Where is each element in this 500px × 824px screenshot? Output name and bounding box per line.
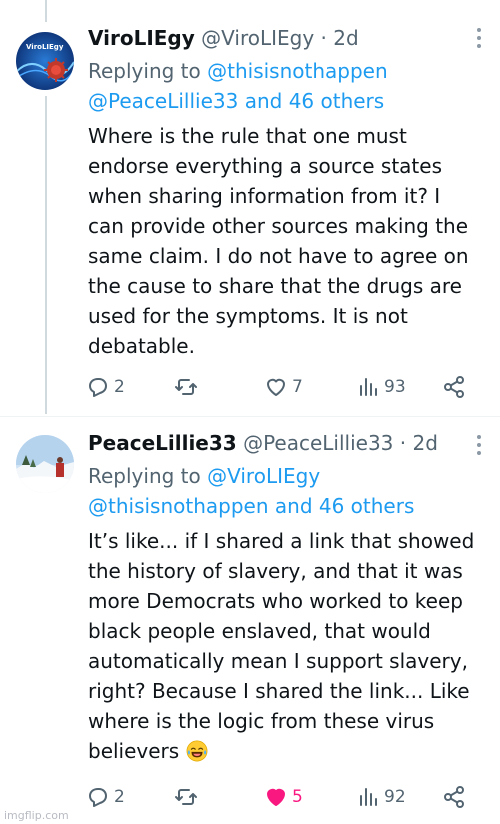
tweet-header: PeaceLillie33 @PeaceLillie33 · 2d — [88, 430, 460, 456]
virus-logo-avatar-icon: ViroLIEgy — [16, 32, 74, 90]
replying-prefix: Replying to — [88, 464, 201, 488]
tweet-text-line: used for the symptoms. It is not — [88, 304, 408, 328]
reply-count: 2 — [114, 377, 125, 397]
tweet-text-line: can provide other sources making the — [88, 214, 469, 238]
tweet-text-line: believers — [88, 736, 482, 766]
share-button[interactable] — [442, 372, 466, 402]
tweet-text-line: the cause to share that the drugs are — [88, 274, 462, 298]
views-count: 92 — [384, 787, 406, 807]
views-chart-icon — [360, 788, 377, 806]
reply-icon — [89, 788, 107, 807]
tweet-text-line: when sharing information from it? I — [88, 184, 441, 208]
reply-button[interactable]: 2 — [86, 372, 125, 402]
reply-icon — [89, 378, 107, 397]
others-link[interactable]: and 46 others — [245, 89, 385, 113]
share-button[interactable] — [442, 782, 466, 812]
views-count: 93 — [384, 377, 406, 397]
mention-link[interactable]: @ViroLIEgy — [207, 464, 320, 488]
replying-to: Replying to @ViroLIEgy @thisisnothappen … — [88, 461, 482, 521]
user-handle[interactable]: @PeaceLillie33 — [243, 431, 393, 455]
snowy-landscape-avatar-icon — [16, 435, 74, 493]
tweet-text-line: more Democrats who worked to keep — [88, 589, 463, 613]
replying-to: Replying to @thisisnothappen @PeaceLilli… — [88, 56, 482, 116]
tweet-text-line: endorse everything a source states — [88, 154, 442, 178]
views-button[interactable]: 92 — [356, 782, 406, 812]
like-button[interactable]: 5 — [264, 782, 303, 812]
action-bar: 2 7 93 — [86, 372, 474, 402]
views-button[interactable]: 93 — [356, 372, 406, 402]
avatar[interactable]: ViroLIEgy — [16, 32, 74, 90]
separator-dot: · — [399, 431, 407, 455]
like-button[interactable]: 7 — [264, 372, 303, 402]
share-icon — [444, 376, 464, 398]
action-bar: 2 5 92 — [86, 782, 474, 812]
heart-icon — [267, 378, 285, 396]
tweet-text-line: where is the logic from these virus — [88, 709, 435, 733]
mention-link[interactable]: @thisisnothappen — [207, 59, 388, 83]
laughing-tears-emoji-icon — [186, 740, 208, 762]
watermark: imgflip.com — [4, 809, 69, 822]
separator-dot: · — [320, 26, 327, 50]
reply-button[interactable]: 2 — [86, 782, 125, 812]
retweet-icon — [175, 379, 197, 395]
avatar[interactable] — [16, 435, 74, 493]
timestamp[interactable]: 2d — [412, 431, 437, 455]
display-name[interactable]: PeaceLillie33 — [88, 431, 237, 455]
views-chart-icon — [360, 378, 377, 396]
like-count: 7 — [292, 377, 303, 397]
tweet-divider — [0, 416, 500, 417]
replying-prefix: Replying to — [88, 59, 201, 83]
display-name[interactable]: ViroLIEgy — [88, 26, 195, 50]
tweet-text-line: the history of slavery, and that it was — [88, 559, 463, 583]
like-count: 5 — [292, 787, 303, 807]
tweet-header: ViroLIEgy @ViroLIEgy · 2d — [88, 25, 460, 51]
tweet[interactable]: ViroLIEgy ViroLIEgy @ViroLIEgy · 2d Repl… — [0, 20, 500, 415]
mention-link[interactable]: @PeaceLillie33 — [88, 89, 238, 113]
retweet-icon — [175, 789, 197, 805]
reply-count: 2 — [114, 787, 125, 807]
tweet-text-line: same claim. I do not have to agree on — [88, 244, 469, 268]
tweet-text-line: Where is the rule that one must — [88, 124, 407, 148]
retweet-button[interactable] — [174, 372, 202, 402]
retweet-button[interactable] — [174, 782, 202, 812]
more-options-icon[interactable] — [476, 435, 482, 457]
user-handle[interactable]: @ViroLIEgy — [201, 26, 314, 50]
tweet-text: It’s like... if I shared a link that sho… — [88, 526, 482, 766]
tweet-text-line: It’s like... if I shared a link that sho… — [88, 529, 475, 553]
tweet[interactable]: PeaceLillie33 @PeaceLillie33 · 2d Replyi… — [0, 425, 500, 820]
thread-line-top — [45, 0, 47, 22]
timestamp[interactable]: 2d — [333, 26, 358, 50]
others-link[interactable]: and 46 others — [275, 494, 415, 518]
tweet-text-line: right? Because I shared the link... Like — [88, 679, 470, 703]
tweet-text: Where is the rule that one must endorse … — [88, 121, 482, 361]
more-options-icon[interactable] — [476, 28, 482, 50]
share-icon — [444, 786, 464, 808]
mention-link[interactable]: @thisisnothappen — [88, 494, 269, 518]
tweet-text-line: automatically mean I support slavery, — [88, 649, 468, 673]
tweet-text-line: debatable. — [88, 334, 195, 358]
avatar-logo-text: ViroLIEgy — [26, 43, 64, 51]
tweet-text-fragment: believers — [88, 739, 180, 763]
heart-filled-icon — [267, 788, 285, 806]
tweet-text-line: black people enslaved, that would — [88, 619, 431, 643]
